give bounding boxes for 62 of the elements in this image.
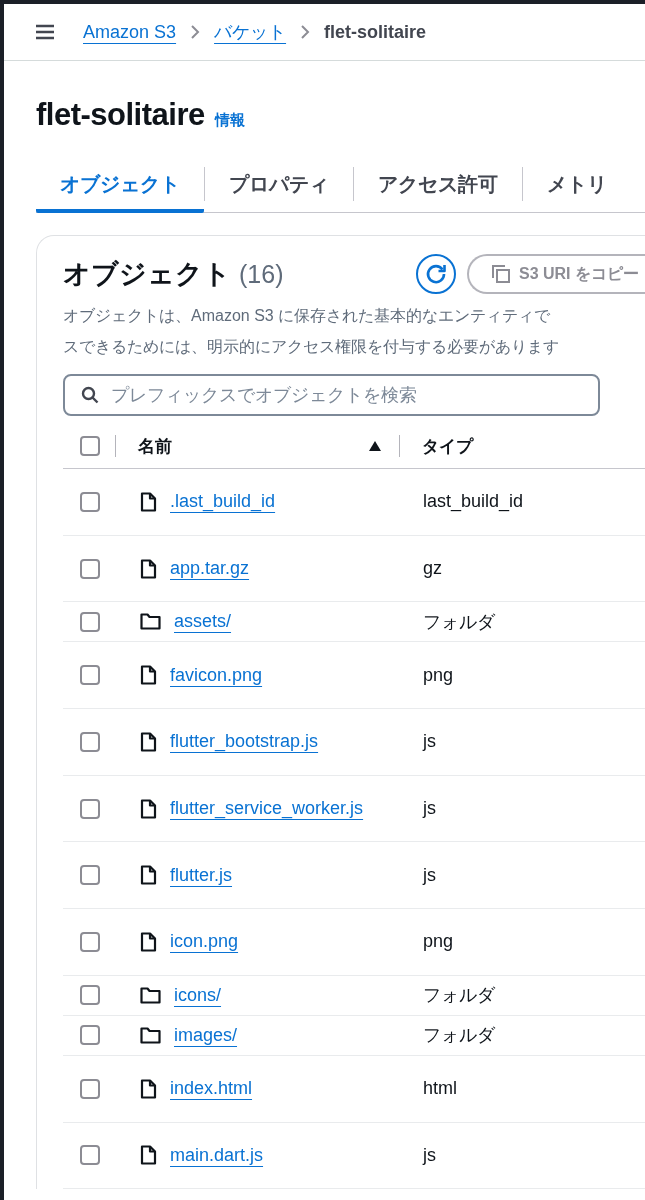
column-header[interactable]: タイプ <box>422 436 473 456</box>
checkbox[interactable] <box>80 665 100 686</box>
checkbox[interactable] <box>80 1145 100 1166</box>
object-name-link[interactable]: app.tar.gz <box>170 558 250 580</box>
object-name-link[interactable]: main.dart.js <box>170 1144 264 1166</box>
object-name-link[interactable]: assets/ <box>174 611 232 633</box>
object-name-link[interactable]: favicon.png <box>170 664 263 686</box>
description-text: オブジェクトは、Amazon S3 に保存された基本的なエンティティで <box>63 306 552 326</box>
checkbox[interactable] <box>80 731 100 752</box>
refresh-button[interactable] <box>416 254 456 294</box>
object-name-link[interactable]: images/ <box>174 1024 238 1046</box>
copy-s3-uri-button[interactable]: S3 URI をコピー <box>467 254 645 294</box>
type-cell-text: js <box>421 1144 437 1166</box>
checkbox[interactable] <box>80 558 100 579</box>
sort-triangle-icon[interactable] <box>368 440 382 452</box>
chevron-right-icon <box>190 24 201 40</box>
checkbox[interactable] <box>80 1078 100 1099</box>
type-cell-text: html <box>422 1078 458 1100</box>
checkbox[interactable] <box>80 491 100 512</box>
checkbox[interactable] <box>80 865 100 886</box>
type-cell-text: png <box>422 931 455 953</box>
tab[interactable]: プロパティ <box>205 160 353 213</box>
checkbox[interactable] <box>80 1025 100 1046</box>
object-name-link[interactable]: flutter_service_worker.js <box>170 798 364 820</box>
refresh-icon <box>425 263 447 285</box>
search-icon <box>81 386 99 404</box>
search-field[interactable]: プレフィックスでオブジェクトを検索 <box>63 374 600 416</box>
type-cell-text: gz <box>422 558 443 580</box>
checkbox[interactable] <box>80 931 100 952</box>
tab[interactable]: アクセス許可 <box>354 160 522 213</box>
checkbox[interactable] <box>80 611 100 632</box>
object-name-link[interactable]: index.html <box>170 1078 253 1100</box>
copy-icon <box>491 264 511 284</box>
checkbox[interactable] <box>80 798 100 819</box>
page-title: flet-solitaire <box>36 97 205 133</box>
column-header[interactable]: 名前 <box>138 434 172 458</box>
object-name-link[interactable]: .last_build_id <box>170 491 276 513</box>
checkbox[interactable] <box>80 436 100 456</box>
chevron-right-icon <box>300 24 311 40</box>
panel-title: オブジェクト <box>63 258 231 291</box>
breadcrumb-current: flet-solitaire <box>324 21 427 43</box>
tab[interactable]: オブジェクト <box>36 160 204 213</box>
type-cell-text: last_build_id <box>422 491 525 513</box>
description-text: スできるためには、明示的にアクセス権限を付与する必要があります <box>63 337 560 357</box>
info-link[interactable]: 情報 <box>214 111 245 130</box>
object-count: (16) <box>239 259 284 289</box>
object-name-link[interactable]: flutter_bootstrap.js <box>170 731 319 753</box>
type-cell-text: フォルダ <box>422 984 496 1008</box>
menu-icon[interactable] <box>35 24 55 40</box>
object-name-link[interactable]: flutter.js <box>170 864 233 886</box>
type-cell-text: フォルダ <box>422 610 496 634</box>
type-cell-text: js <box>421 798 437 820</box>
tab[interactable]: メトリ <box>523 160 631 213</box>
type-cell-text: js <box>421 731 437 753</box>
type-cell-text: png <box>422 664 455 686</box>
type-cell-text: js <box>421 864 437 886</box>
object-name-link[interactable]: icons/ <box>174 984 222 1006</box>
type-cell-text: フォルダ <box>422 1024 496 1048</box>
object-name-link[interactable]: icon.png <box>170 931 239 953</box>
breadcrumb-link[interactable]: バケット <box>214 20 287 44</box>
checkbox[interactable] <box>80 985 100 1006</box>
breadcrumb-link[interactable]: Amazon S3 <box>83 21 177 43</box>
